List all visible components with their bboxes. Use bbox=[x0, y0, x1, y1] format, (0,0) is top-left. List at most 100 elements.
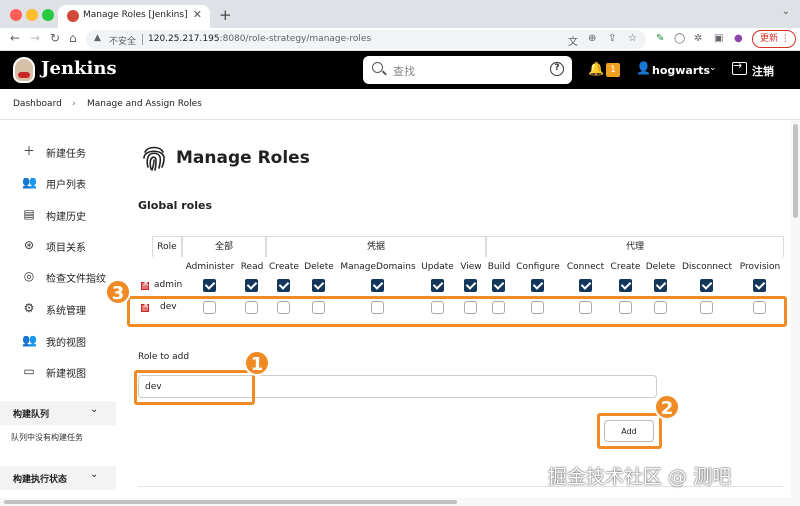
relationship-icon: ⊛ bbox=[23, 238, 35, 252]
permission-checkbox[interactable] bbox=[619, 279, 632, 292]
breadcrumb-manage-roles[interactable]: Manage and Assign Roles bbox=[87, 99, 202, 109]
permission-column-header: ManageDomains bbox=[340, 262, 416, 272]
permission-column-header: Update bbox=[421, 262, 454, 272]
zoom-icon[interactable]: ⊕ bbox=[588, 33, 596, 44]
sidebar-item-label: 用户列表 bbox=[46, 180, 86, 191]
annotation-badge-3: 3 bbox=[105, 279, 131, 305]
horizontal-scrollbar-thumb[interactable] bbox=[4, 500, 457, 504]
url-text[interactable]: 120.25.217.195:8080/role-strategy/manage… bbox=[148, 34, 371, 44]
permission-checkbox[interactable] bbox=[431, 279, 444, 292]
group-header-credentials: 凭据 bbox=[266, 236, 486, 257]
executor-status-header[interactable]: 构建执行状态 ⌄ bbox=[0, 466, 116, 490]
reload-icon[interactable]: ↻ bbox=[50, 31, 60, 45]
role-column-header: Role bbox=[152, 236, 182, 257]
window-close-button[interactable] bbox=[10, 9, 22, 21]
extension-leaf-icon[interactable]: ✎ bbox=[656, 33, 664, 44]
sidebar-item-label: 新建视图 bbox=[46, 369, 86, 380]
annotation-box-dev-row bbox=[127, 296, 787, 327]
notification-badge[interactable]: 1 bbox=[606, 63, 620, 77]
sidebar-item-label: 我的视图 bbox=[46, 338, 86, 349]
users-icon: 👥 bbox=[22, 175, 37, 189]
delete-role-icon[interactable] bbox=[141, 279, 150, 290]
group-header-agent: 代理 bbox=[486, 236, 784, 257]
logout-link[interactable]: 注销 bbox=[752, 63, 774, 79]
permission-column-header: View bbox=[460, 262, 482, 272]
history-icon: ▤ bbox=[23, 207, 35, 221]
sidebar-item-label: 新建任务 bbox=[46, 149, 86, 160]
username-link[interactable]: hogwarts bbox=[652, 64, 710, 77]
permission-checkbox[interactable] bbox=[531, 279, 544, 292]
browser-update-button[interactable]: 更新 ⋮ bbox=[752, 30, 796, 48]
build-queue-empty-text: 队列中没有构建任务 bbox=[11, 433, 83, 442]
permission-checkbox[interactable] bbox=[492, 279, 505, 292]
help-icon[interactable]: ? bbox=[550, 62, 564, 76]
permission-column-header: Build bbox=[487, 262, 511, 272]
tab-close-icon[interactable]: ✕ bbox=[193, 8, 202, 21]
extensions-puzzle-icon[interactable]: ✲ bbox=[694, 33, 702, 44]
sidepanel-icon[interactable]: ▣ bbox=[714, 33, 723, 44]
logout-icon[interactable] bbox=[732, 59, 747, 75]
permission-checkbox[interactable] bbox=[277, 279, 290, 292]
user-menu-chevron-icon[interactable]: ⌄ bbox=[709, 63, 717, 73]
breadcrumb: Dashboard › Manage and Assign Roles bbox=[0, 89, 800, 120]
extension-circle-icon[interactable]: ◯ bbox=[674, 33, 685, 44]
browser-tab[interactable]: Manage Roles [Jenkins] ✕ bbox=[58, 5, 210, 28]
permission-checkbox[interactable] bbox=[245, 279, 258, 292]
bookmark-star-icon[interactable]: ☆ bbox=[628, 33, 637, 44]
folder-icon: ▭ bbox=[23, 364, 35, 378]
vertical-scrollbar[interactable] bbox=[791, 120, 800, 506]
permission-column-header: Create bbox=[269, 262, 299, 272]
permission-checkbox[interactable] bbox=[371, 279, 384, 292]
address-bar[interactable]: ▲ 不安全 120.25.217.195:8080/role-strategy/… bbox=[86, 30, 646, 49]
breadcrumb-dashboard[interactable]: Dashboard bbox=[13, 99, 62, 109]
jenkins-header: Jenkins 查找 ? 🔔 1 👤 hogwarts ⌄ 注销 bbox=[0, 51, 800, 89]
permission-column-header: Provision bbox=[739, 262, 781, 272]
forward-arrow-icon[interactable]: → bbox=[30, 31, 40, 45]
url-path: :8080/role-strategy/manage-roles bbox=[219, 34, 372, 44]
permission-checkbox[interactable] bbox=[203, 279, 216, 292]
sidebar-item-label: 系统管理 bbox=[46, 306, 86, 317]
permission-column-header: Disconnect bbox=[682, 262, 732, 272]
browser-toolbar: ← → ↻ ⌂ ▲ 不安全 120.25.217.195:8080/role-s… bbox=[0, 28, 800, 51]
permission-checkbox[interactable] bbox=[464, 279, 477, 292]
warning-triangle-icon: ▲ bbox=[94, 33, 101, 43]
build-queue-header[interactable]: 构建队列 ⌄ bbox=[0, 401, 116, 425]
permission-column-header: Configure bbox=[516, 262, 560, 272]
permission-column-header: Connect bbox=[566, 262, 605, 272]
permission-column-header: Create bbox=[610, 262, 641, 272]
profile-avatar-icon[interactable]: ● bbox=[734, 33, 743, 44]
window-minimize-button[interactable] bbox=[26, 9, 38, 21]
vertical-scrollbar-thumb[interactable] bbox=[793, 124, 798, 218]
search-icon bbox=[372, 62, 383, 73]
window-maximize-button[interactable] bbox=[42, 9, 54, 21]
permission-checkbox[interactable] bbox=[753, 279, 766, 292]
home-icon[interactable]: ⌂ bbox=[69, 31, 77, 45]
role-name: admin bbox=[154, 280, 183, 290]
page-title: Manage Roles bbox=[176, 148, 310, 168]
fingerprint-icon: ◎ bbox=[23, 269, 35, 283]
build-queue-title: 构建队列 bbox=[13, 410, 50, 420]
new-tab-button[interactable]: + bbox=[219, 6, 232, 24]
share-icon[interactable]: ⇪ bbox=[608, 33, 616, 44]
jenkins-logo-icon[interactable] bbox=[13, 57, 35, 83]
permission-checkbox[interactable] bbox=[654, 279, 667, 292]
fingerprint-icon bbox=[143, 146, 165, 171]
chevron-down-icon[interactable]: ⌄ bbox=[90, 469, 98, 480]
executor-status-title: 构建执行状态 bbox=[13, 475, 68, 485]
brand-name[interactable]: Jenkins bbox=[41, 58, 117, 79]
jenkins-favicon-icon bbox=[67, 10, 79, 22]
bell-icon[interactable]: 🔔 bbox=[588, 62, 604, 77]
sidebar-item-label: 构建历史 bbox=[46, 212, 86, 223]
permission-checkbox[interactable] bbox=[312, 279, 325, 292]
chevron-down-icon[interactable]: ⌄ bbox=[90, 404, 98, 415]
horizontal-scrollbar[interactable] bbox=[0, 498, 791, 506]
permission-checkbox[interactable] bbox=[579, 279, 592, 292]
translate-icon[interactable]: 文 bbox=[568, 33, 578, 48]
permission-checkbox[interactable] bbox=[700, 279, 713, 292]
search-box[interactable]: 查找 ? bbox=[363, 56, 572, 84]
breadcrumb-separator: › bbox=[72, 99, 76, 109]
back-arrow-icon[interactable]: ← bbox=[10, 31, 20, 45]
tab-search-chevron-icon[interactable]: ⌄ bbox=[782, 6, 790, 17]
sidebar-item-label: 项目关系 bbox=[46, 243, 86, 254]
watermark-text: 掘金技术社区 @ 测吧 bbox=[548, 466, 732, 488]
